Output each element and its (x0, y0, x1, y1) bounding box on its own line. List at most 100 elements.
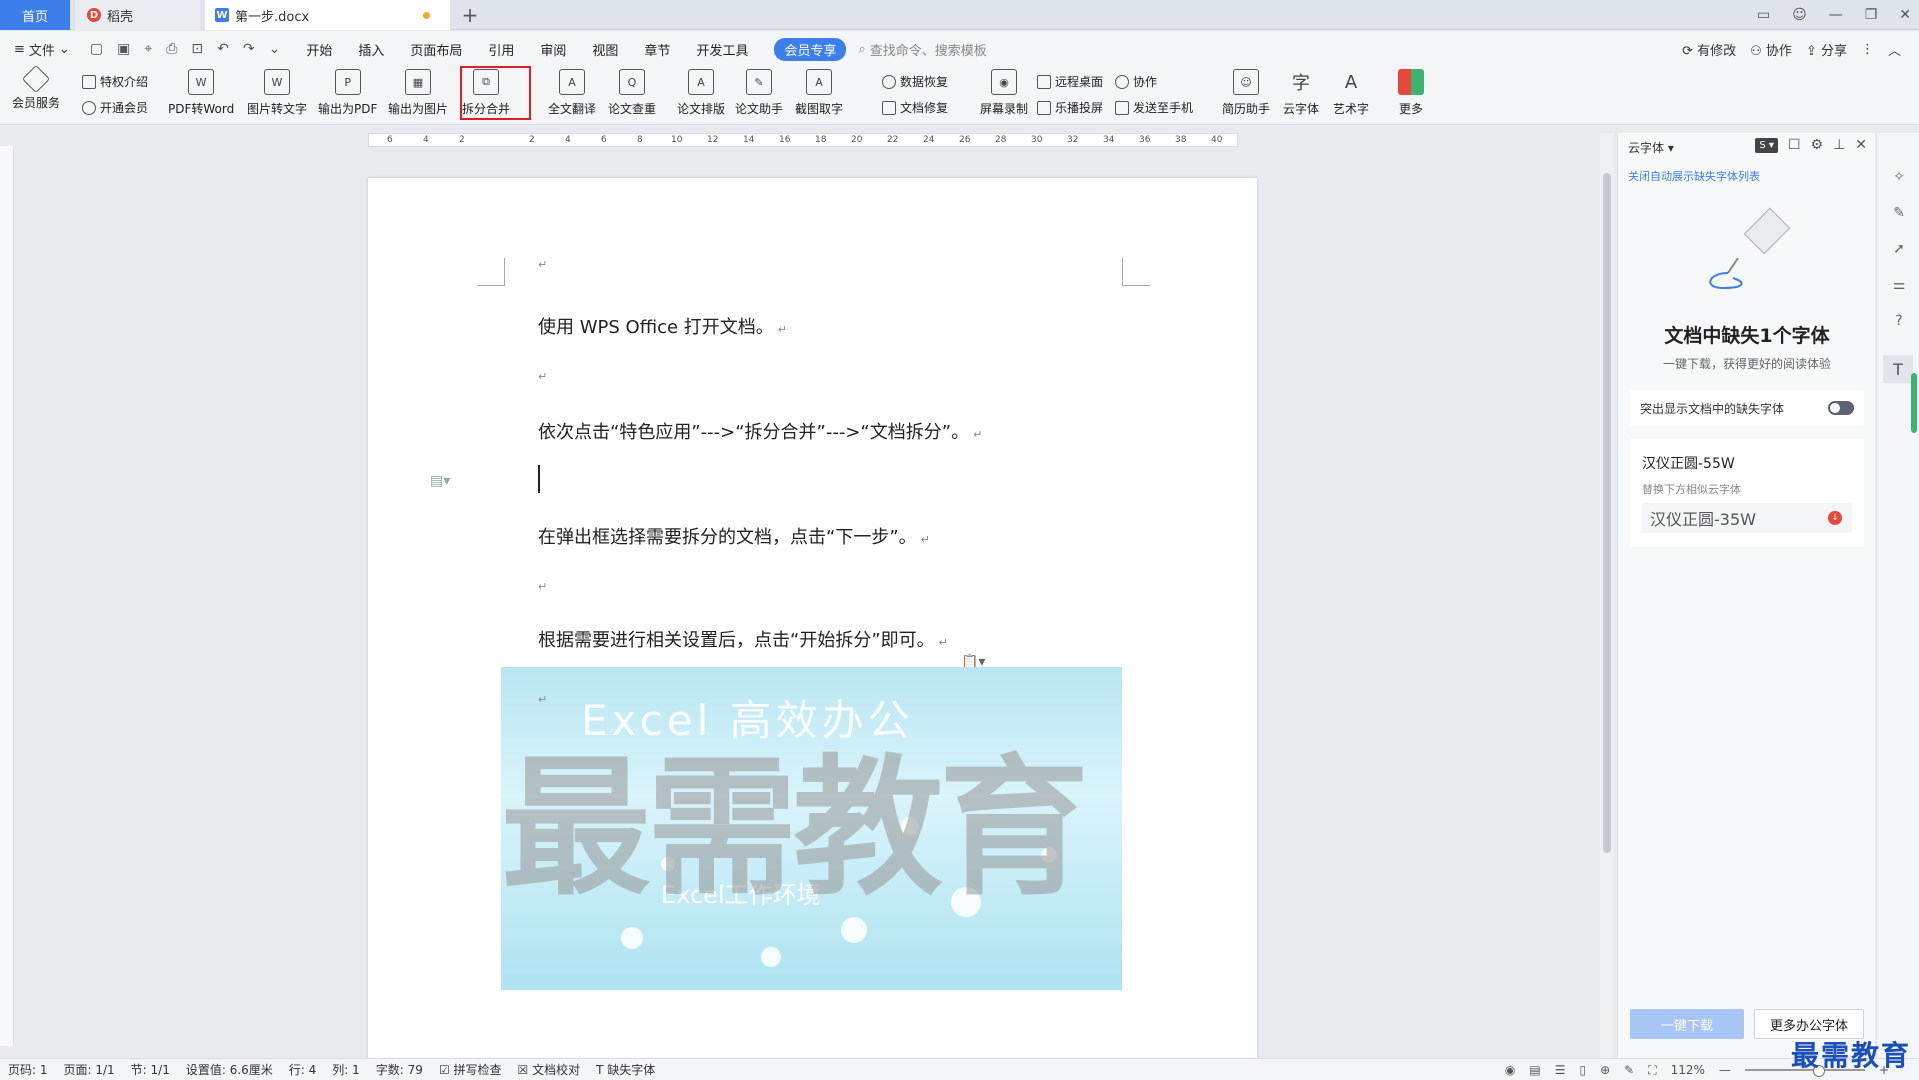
paragraph-menu-icon[interactable]: ▤▾ (430, 473, 450, 489)
menu-reference[interactable]: 引用 (488, 40, 514, 59)
font-panel-tab[interactable]: T (1883, 355, 1913, 383)
cast-button[interactable]: 乐播投屏 (1037, 99, 1103, 116)
privilege-intro-button[interactable]: 特权介绍 (82, 73, 148, 90)
menu-insert[interactable]: 插入 (358, 40, 384, 59)
pdf-to-word-button[interactable]: W PDF转Word (168, 69, 234, 117)
data-recovery-button[interactable]: 数据恢复 (882, 73, 948, 90)
horizontal-ruler[interactable]: 6 4 2 2 4 6 8 10 12 14 16 18 20 22 24 26… (368, 133, 1238, 147)
menu-review[interactable]: 审阅 (540, 40, 566, 59)
open-member-button[interactable]: 开通会员 (82, 99, 148, 116)
layout-icon[interactable]: ▭ (1757, 7, 1770, 23)
eye-icon[interactable]: ◉ (1505, 1063, 1515, 1077)
panel-header-dropdown[interactable]: 云字体 ▾ (1628, 139, 1674, 156)
vertical-ruler[interactable] (0, 146, 14, 1046)
remote-desktop-button[interactable]: 远程桌面 (1037, 73, 1103, 90)
send-phone-button[interactable]: 发送至手机 (1115, 99, 1193, 116)
menu-vip[interactable]: 会员专享 (774, 37, 847, 61)
zoom-out-icon[interactable]: — (1719, 1063, 1731, 1077)
menu-file[interactable]: ≡ 文件 ⌄ (14, 40, 70, 59)
fit-icon[interactable]: ⛶ (1648, 1063, 1656, 1078)
read-view-icon[interactable]: ▯ (1579, 1063, 1586, 1077)
document-scrollbar[interactable] (1600, 133, 1614, 1058)
collab-button[interactable]: ⚇ 协作 (1750, 40, 1792, 59)
chat-icon[interactable]: ☐ (1788, 137, 1801, 153)
resume-button[interactable]: ☺ 简历助手 (1222, 69, 1270, 117)
collab-ribbon-button[interactable]: 协作 (1115, 73, 1157, 90)
page-view-icon[interactable]: ▤ (1529, 1063, 1540, 1077)
menu-view[interactable]: 视图 (592, 40, 618, 59)
menu-dev-tools[interactable]: 开发工具 (696, 40, 748, 59)
paper-helper-button[interactable]: ✎ 论文助手 (735, 69, 783, 117)
web-view-icon[interactable]: ⊕ (1600, 1063, 1610, 1077)
menu-page-layout[interactable]: 页面布局 (410, 40, 462, 59)
user-avatar-icon[interactable]: ☺ (1792, 7, 1807, 23)
full-translate-button[interactable]: A 全文翻译 (548, 69, 596, 117)
undo-icon[interactable]: ↶ (217, 41, 229, 57)
status-section[interactable]: 节: 1/1 (131, 1061, 170, 1078)
disable-auto-show-link[interactable]: 关闭自动展示缺失字体列表 (1628, 168, 1760, 184)
menu-chapter[interactable]: 章节 (644, 40, 670, 59)
print-preview-icon[interactable]: ⊡ (191, 41, 203, 57)
menu-start[interactable]: 开始 (306, 40, 332, 59)
share-button[interactable]: ⇪ 分享 (1806, 40, 1847, 59)
pin-icon[interactable]: ⊥ (1833, 137, 1845, 153)
more-vertical-icon[interactable]: ⋮ (1861, 42, 1874, 57)
doc-proof-button[interactable]: ☒ 文档校对 (518, 1061, 581, 1078)
doc-repair-button[interactable]: 文档修复 (882, 99, 948, 116)
write-view-icon[interactable]: ✎ (1624, 1063, 1634, 1077)
format-painter-icon[interactable]: ⌖ (144, 41, 152, 57)
restore-button[interactable]: ❐ (1865, 7, 1878, 23)
screenshot-ocr-button[interactable]: A 截图取字 (795, 69, 843, 117)
paper-layout-button[interactable]: A 论文排版 (677, 69, 725, 117)
help-icon[interactable]: ? (1890, 313, 1908, 331)
customize-chevron-icon[interactable]: ⌄ (269, 41, 281, 57)
spell-check-button[interactable]: ☑ 拼写检查 (439, 1061, 502, 1078)
tab-daoke[interactable]: D 稻壳 (75, 0, 200, 30)
style-icon[interactable]: ✧ (1890, 169, 1908, 187)
embedded-banner-image[interactable]: Excel 高效办公 Excel工作环境 最需教育 (501, 667, 1122, 990)
text-t-icon: T (1893, 359, 1903, 379)
download-font-icon[interactable]: ↓ (1828, 511, 1842, 525)
replacement-font-item[interactable]: 汉仪正圆-35W ↓ (1642, 503, 1852, 533)
status-page-code[interactable]: 页码: 1 (8, 1061, 48, 1078)
member-service-button[interactable]: 会员服务 (12, 64, 60, 111)
tab-document[interactable]: W 第一步.docx (205, 0, 450, 30)
img-to-text-button[interactable]: W 图片转文字 (247, 69, 307, 117)
status-page[interactable]: 页面: 1/1 (64, 1061, 115, 1078)
paragraph-3: 在弹出框选择需要拆分的文档，点击“下一步”。 ↵ (538, 523, 930, 549)
redo-icon[interactable]: ↷ (243, 41, 255, 57)
save-icon[interactable]: ▣ (117, 41, 130, 57)
outline-view-icon[interactable]: ☰ (1555, 1063, 1566, 1077)
screen-record-button[interactable]: ◉ 屏幕录制 (980, 69, 1028, 117)
command-search[interactable]: ⌕ 查找命令、搜索模板 (858, 40, 986, 59)
print-icon[interactable]: ⎙ (166, 41, 177, 57)
cloud-font-button[interactable]: 字云字体 (1283, 69, 1319, 117)
paper-check-button[interactable]: Q 论文查重 (608, 69, 656, 117)
one-click-download-button[interactable]: 一键下载 (1630, 1009, 1744, 1039)
scrollbar-thumb[interactable] (1603, 173, 1611, 853)
more-button[interactable]: 更多 (1398, 69, 1424, 117)
modified-button[interactable]: ⟳ 有修改 (1682, 40, 1736, 59)
adjust-icon[interactable]: ⚌ (1890, 277, 1908, 295)
settings-icon[interactable]: ⚙ (1811, 137, 1824, 153)
new-doc-icon[interactable]: ▢ (90, 41, 103, 57)
export-pdf-button[interactable]: P 输出为PDF (318, 69, 377, 117)
art-text-button[interactable]: A 艺术字 (1333, 69, 1369, 117)
export-img-button[interactable]: ▦ 输出为图片 (388, 69, 448, 117)
new-tab-button[interactable]: + (455, 0, 485, 30)
select-icon[interactable]: ➚ (1890, 241, 1908, 259)
panel-close-icon[interactable]: ✕ (1855, 137, 1867, 153)
zoom-level[interactable]: 112% (1671, 1063, 1705, 1077)
collapse-ribbon-icon[interactable]: ︿ (1888, 40, 1901, 59)
missing-font-status-button[interactable]: T 缺失字体 (596, 1061, 655, 1078)
status-setting[interactable]: 设置值: 6.6厘米 (186, 1061, 273, 1078)
document-page[interactable]: ↵ 使用 WPS Office 打开文档。 ↵ ↵ 依次点击“特色应用”--->“… (368, 178, 1257, 1058)
minimize-button[interactable]: — (1829, 7, 1843, 23)
close-button[interactable]: ✕ (1899, 7, 1911, 23)
edit-icon[interactable]: ✎ (1890, 205, 1908, 223)
status-word-count[interactable]: 字数: 79 (376, 1061, 423, 1078)
status-row[interactable]: 行: 4 (289, 1061, 317, 1078)
tab-home[interactable]: 首页 (0, 0, 70, 30)
status-col[interactable]: 列: 1 (332, 1061, 360, 1078)
highlight-missing-toggle[interactable] (1828, 401, 1854, 415)
